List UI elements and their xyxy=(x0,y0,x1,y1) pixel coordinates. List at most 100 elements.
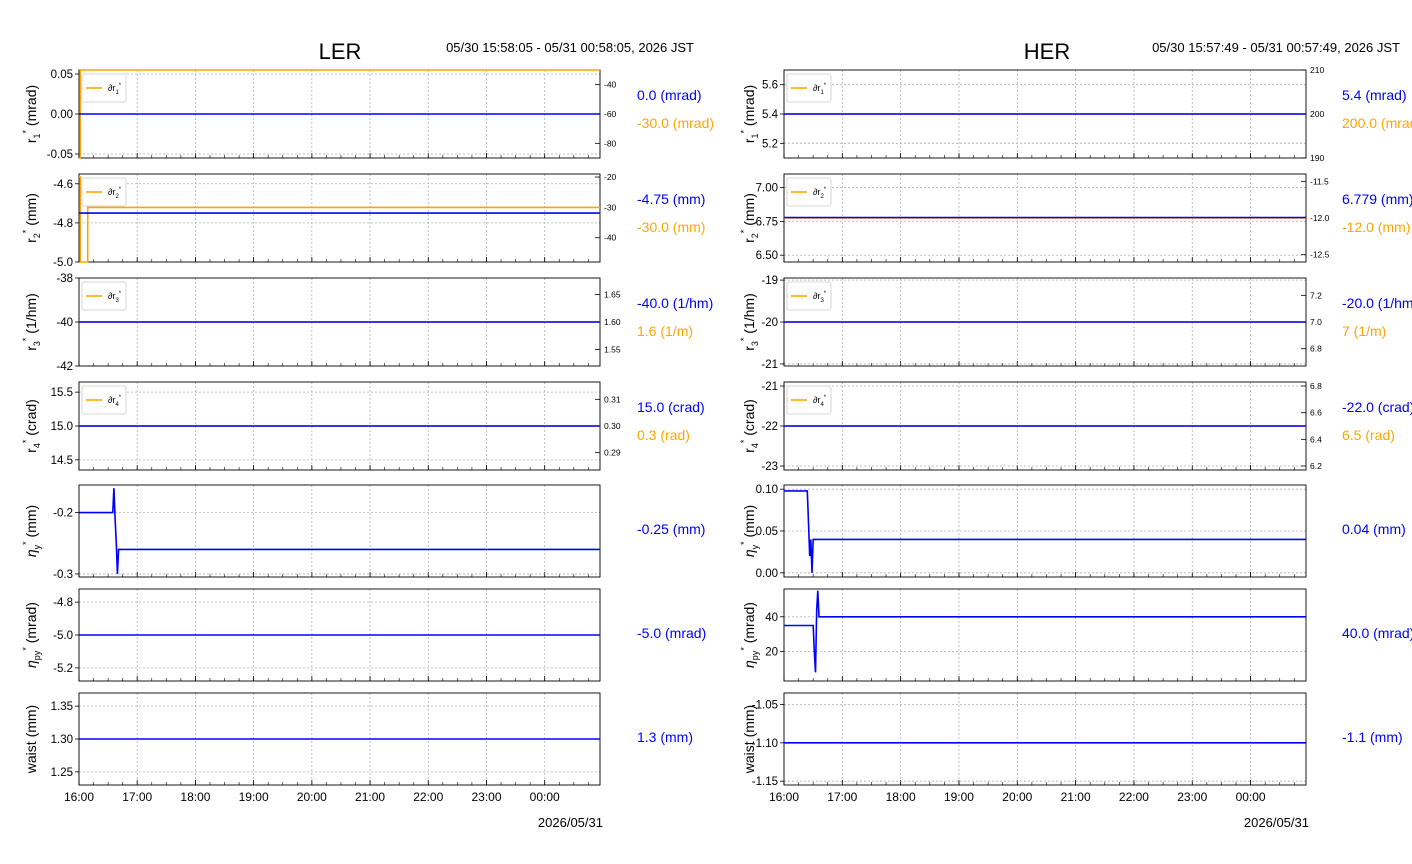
y-tick-label: 1.35 xyxy=(51,701,73,713)
panel-frame xyxy=(78,173,601,263)
y-tick-label: 0.00 xyxy=(51,109,73,121)
y2-tick-label: -20 xyxy=(604,172,617,182)
y-tick-label: -0.3 xyxy=(53,569,73,581)
y2-tick-label: 6.8 xyxy=(1310,381,1322,391)
readout-value: -5.0 (mrad) xyxy=(637,625,706,641)
y-tick-label: 40 xyxy=(765,612,778,624)
y2-tick-label: 190 xyxy=(1310,153,1324,163)
panel-4: 0.10 0.05 0.00 ηy* (mm) 0.04 (mm) xyxy=(739,484,1406,580)
x-axis-date-label: 2026/05/31 xyxy=(538,815,603,830)
chart-title: HER xyxy=(1024,39,1070,64)
panel-frame xyxy=(78,484,601,578)
y-axis-label: ηpy* (mrad) xyxy=(739,602,760,668)
chart-canvas: LER 05/30 15:58:05 - 05/31 00:58:05, 2026… xyxy=(21,39,1412,830)
y2-tick-label: 6.8 xyxy=(1310,344,1322,354)
y-axis-label: r1* (mrad) xyxy=(21,85,42,143)
y-tick-label: -38 xyxy=(56,273,73,285)
y-tick-label: 5.4 xyxy=(762,109,779,121)
y-tick-label: -22 xyxy=(761,421,778,433)
readout-value: 0.04 (mm) xyxy=(1342,521,1406,537)
readout-value: 5.4 (mrad) xyxy=(1342,87,1407,103)
x-tick-label: 00:00 xyxy=(530,790,560,804)
readout-value: 0.0 (mrad) xyxy=(637,87,702,103)
y2-tick-label: -11.5 xyxy=(1310,176,1329,186)
x-tick-label: 21:00 xyxy=(1061,790,1091,804)
panel-4: -0.2 -0.3 ηy* (mm) -0.25 (mm) xyxy=(21,484,705,581)
y2-tick-label: 1.65 xyxy=(604,290,621,300)
y-tick-label: -20 xyxy=(761,317,778,329)
readout-value: -22.0 (crad) xyxy=(1342,399,1412,415)
y2-tick-label: 7.2 xyxy=(1310,290,1322,300)
primary-series-line xyxy=(784,490,1306,573)
x-tick-label: 19:00 xyxy=(239,790,269,804)
y-axis-label: r2* (mm) xyxy=(739,193,760,243)
x-tick-label: 22:00 xyxy=(413,790,443,804)
y2-tick-label: -12.0 xyxy=(1310,213,1330,223)
y2-tick-label: -30 xyxy=(604,202,617,212)
y-tick-label: -4.8 xyxy=(53,597,73,609)
panel-0: 5.6 5.4 5.2 210 200 190 ∂r1* r1* (mrad) 5.4 (mra… xyxy=(739,65,1412,163)
readout-value: 40.0 (mrad) xyxy=(1342,625,1412,641)
y-axis-label: r2* (mm) xyxy=(21,193,42,243)
chart-title: LER xyxy=(319,39,362,64)
panel-6: 1.35 1.30 1.25 waist (mm) 1.3 (mm) xyxy=(23,692,693,786)
legend: ∂r4* xyxy=(81,385,127,415)
x-tick-label: 17:00 xyxy=(122,790,152,804)
y-tick-label: 15.5 xyxy=(51,387,73,399)
time-range-label: 05/30 15:58:05 - 05/31 00:58:05, 2026 JS… xyxy=(446,40,694,55)
y-tick-label: -42 xyxy=(56,361,73,373)
y-tick-label: 5.6 xyxy=(762,80,778,92)
x-tick-label: 18:00 xyxy=(886,790,916,804)
y2-tick-label: 6.4 xyxy=(1310,434,1322,444)
y-tick-label: 6.75 xyxy=(756,216,778,228)
y-tick-label: -40 xyxy=(56,317,73,329)
y2-tick-label: 1.60 xyxy=(604,317,621,327)
legend: ∂r3* xyxy=(81,281,127,311)
panel-0: 0.05 0.00 -0.05 -40 -60 -80 ∂r1* r1* (mrad) 0.0 … xyxy=(21,69,714,161)
y-axis-label: waist (mm) xyxy=(741,705,757,774)
panel-5: 40 20 ηpy* (mrad) 40.0 (mrad) xyxy=(739,588,1412,682)
readout-value: -20.0 (1/hm) xyxy=(1342,295,1412,311)
panel-2: -19 -20 -21 7.2 7.0 6.8 ∂r3* r3* (1/hm) -20.0 (1… xyxy=(739,275,1412,371)
x-tick-label: 18:00 xyxy=(180,790,210,804)
y-tick-label: -1.15 xyxy=(752,776,778,788)
readout-value: 1.3 (mm) xyxy=(637,729,693,745)
y-tick-label: 0.00 xyxy=(756,568,778,580)
legend: ∂r2* xyxy=(81,177,127,207)
panel-5: -4.8 -5.0 -5.2 ηpy* (mrad) -5.0 (mrad) xyxy=(21,588,706,682)
y2-tick-label: 6.2 xyxy=(1310,461,1322,471)
y-tick-label: -21 xyxy=(761,359,778,371)
y-axis-label: waist (mm) xyxy=(23,705,39,774)
y2-tick-label: 0.31 xyxy=(604,394,621,404)
y-tick-label: -0.2 xyxy=(53,508,73,520)
y-axis-label: ηy* (mm) xyxy=(739,505,760,557)
x-tick-label: 22:00 xyxy=(1119,790,1149,804)
y-tick-label: 15.0 xyxy=(51,421,73,433)
y-axis-label: ηpy* (mrad) xyxy=(21,602,42,668)
y2-tick-label: 210 xyxy=(1310,65,1324,75)
y2-tick-label: -60 xyxy=(604,109,617,119)
y-tick-label: -5.2 xyxy=(53,663,73,675)
y2-tick-label: -40 xyxy=(604,80,617,90)
y-tick-label: -4.8 xyxy=(53,218,73,230)
readout-secondary-value: -30.0 (mrad) xyxy=(637,115,714,131)
readout-value: -4.75 (mm) xyxy=(637,191,705,207)
panel-3: 15.5 15.0 14.5 0.31 0.30 0.29 ∂r4* r4* (crad) 15… xyxy=(21,381,705,471)
y-tick-label: 0.05 xyxy=(51,69,73,81)
x-tick-label: 23:00 xyxy=(1177,790,1207,804)
panel-frame xyxy=(783,588,1307,682)
y-tick-label: 0.10 xyxy=(756,484,778,496)
y-tick-label: 7.00 xyxy=(756,183,778,195)
readout-value: -0.25 (mm) xyxy=(637,521,705,537)
y-tick-label: -5.0 xyxy=(53,257,73,269)
panel-1: 7.00 6.75 6.50 -11.5 -12.0 -12.5 ∂r2* r2* (mm) 6… xyxy=(739,173,1412,263)
x-axis-date-label: 2026/05/31 xyxy=(1244,815,1309,830)
readout-secondary-value: -12.0 (mm) xyxy=(1342,219,1410,235)
readout-secondary-value: 6.5 (rad) xyxy=(1342,427,1395,443)
x-tick-label: 21:00 xyxy=(355,790,385,804)
x-tick-label: 23:00 xyxy=(471,790,501,804)
y-tick-label: 1.25 xyxy=(51,767,73,779)
legend: ∂r4* xyxy=(786,385,832,415)
y-tick-label: -19 xyxy=(761,275,778,287)
y-tick-label: -5.0 xyxy=(53,630,73,642)
